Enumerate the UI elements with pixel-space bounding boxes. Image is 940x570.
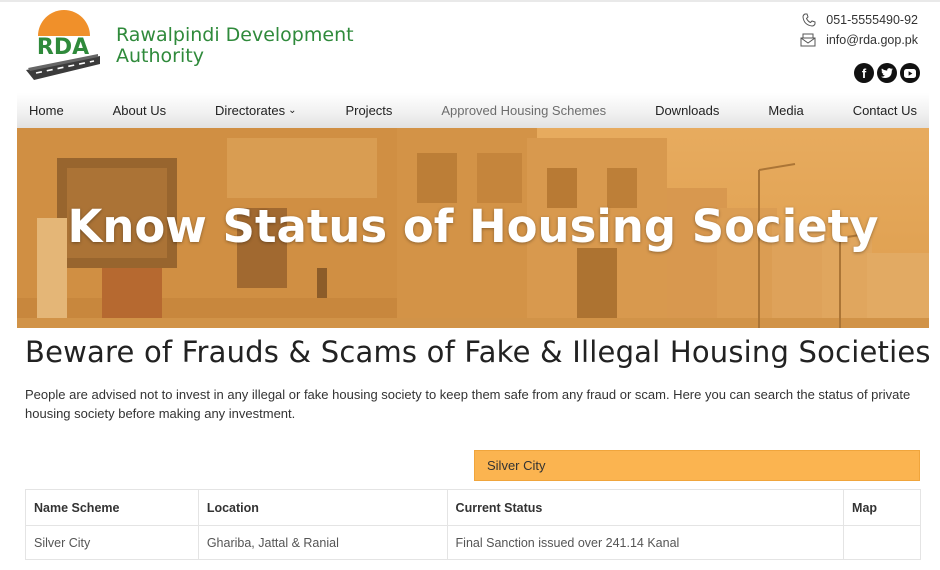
column-header-current-status: Current Status bbox=[446, 489, 845, 526]
nav-downloads[interactable]: Downloads bbox=[655, 103, 719, 118]
nav-media[interactable]: Media bbox=[768, 103, 803, 118]
selected-society: Silver City bbox=[487, 458, 546, 473]
top-border bbox=[0, 0, 940, 2]
email-address[interactable]: info@rda.gop.pk bbox=[826, 33, 918, 47]
nav-about-us[interactable]: About Us bbox=[113, 103, 166, 118]
nav-directorates[interactable]: Directorates ⌄ bbox=[215, 103, 296, 118]
facebook-icon[interactable]: f bbox=[854, 63, 874, 83]
cell-name-scheme: Silver City bbox=[25, 525, 199, 560]
cell-location: Ghariba, Jattal & Ranial bbox=[197, 525, 448, 560]
page-title: Beware of Frauds & Scams of Fake & Illeg… bbox=[25, 335, 931, 369]
hero-title: Know Status of Housing Society bbox=[67, 200, 879, 253]
hero-banner: Know Status of Housing Society bbox=[17, 128, 929, 328]
table-header-row: Name Scheme Location Current Status Map bbox=[25, 489, 921, 526]
column-header-location: Location bbox=[197, 489, 448, 526]
nav-home[interactable]: Home bbox=[29, 103, 64, 118]
column-header-name-scheme: Name Scheme bbox=[25, 489, 199, 526]
nav-contact-us[interactable]: Contact Us bbox=[853, 103, 917, 118]
cell-map[interactable] bbox=[843, 525, 921, 560]
twitter-icon[interactable] bbox=[877, 63, 897, 83]
society-search-select[interactable]: Silver City bbox=[474, 450, 920, 481]
chevron-down-icon: ⌄ bbox=[288, 105, 297, 116]
column-header-map: Map bbox=[843, 489, 921, 526]
phone-number[interactable]: 051-5555490-92 bbox=[826, 13, 918, 27]
nav-projects[interactable]: Projects bbox=[345, 103, 392, 118]
org-name: Rawalpindi Development Authority bbox=[116, 24, 354, 67]
logo-text: RDA bbox=[37, 35, 89, 60]
intro-text: People are advised not to invest in any … bbox=[25, 387, 911, 421]
social-links: f bbox=[854, 63, 920, 83]
contact-info: 051-5555490-92 info@rda.gop.pk bbox=[800, 10, 918, 50]
cell-current-status: Final Sanction issued over 241.14 Kanal bbox=[446, 525, 845, 560]
phone-icon bbox=[802, 13, 816, 27]
main-nav: Home About Us Directorates ⌄ Projects App… bbox=[17, 93, 929, 128]
results-table: Name Scheme Location Current Status Map … bbox=[25, 489, 921, 560]
nav-directorates-label: Directorates bbox=[215, 103, 286, 118]
youtube-icon[interactable] bbox=[900, 63, 920, 83]
nav-approved-housing-schemes[interactable]: Approved Housing Schemes bbox=[441, 103, 606, 118]
email-row: info@rda.gop.pk bbox=[800, 30, 918, 50]
email-icon bbox=[800, 33, 816, 47]
table-row: Silver City Ghariba, Jattal & Ranial Fin… bbox=[25, 525, 921, 560]
rda-logo[interactable]: RDA bbox=[24, 10, 102, 82]
phone-row: 051-5555490-92 bbox=[800, 10, 918, 30]
